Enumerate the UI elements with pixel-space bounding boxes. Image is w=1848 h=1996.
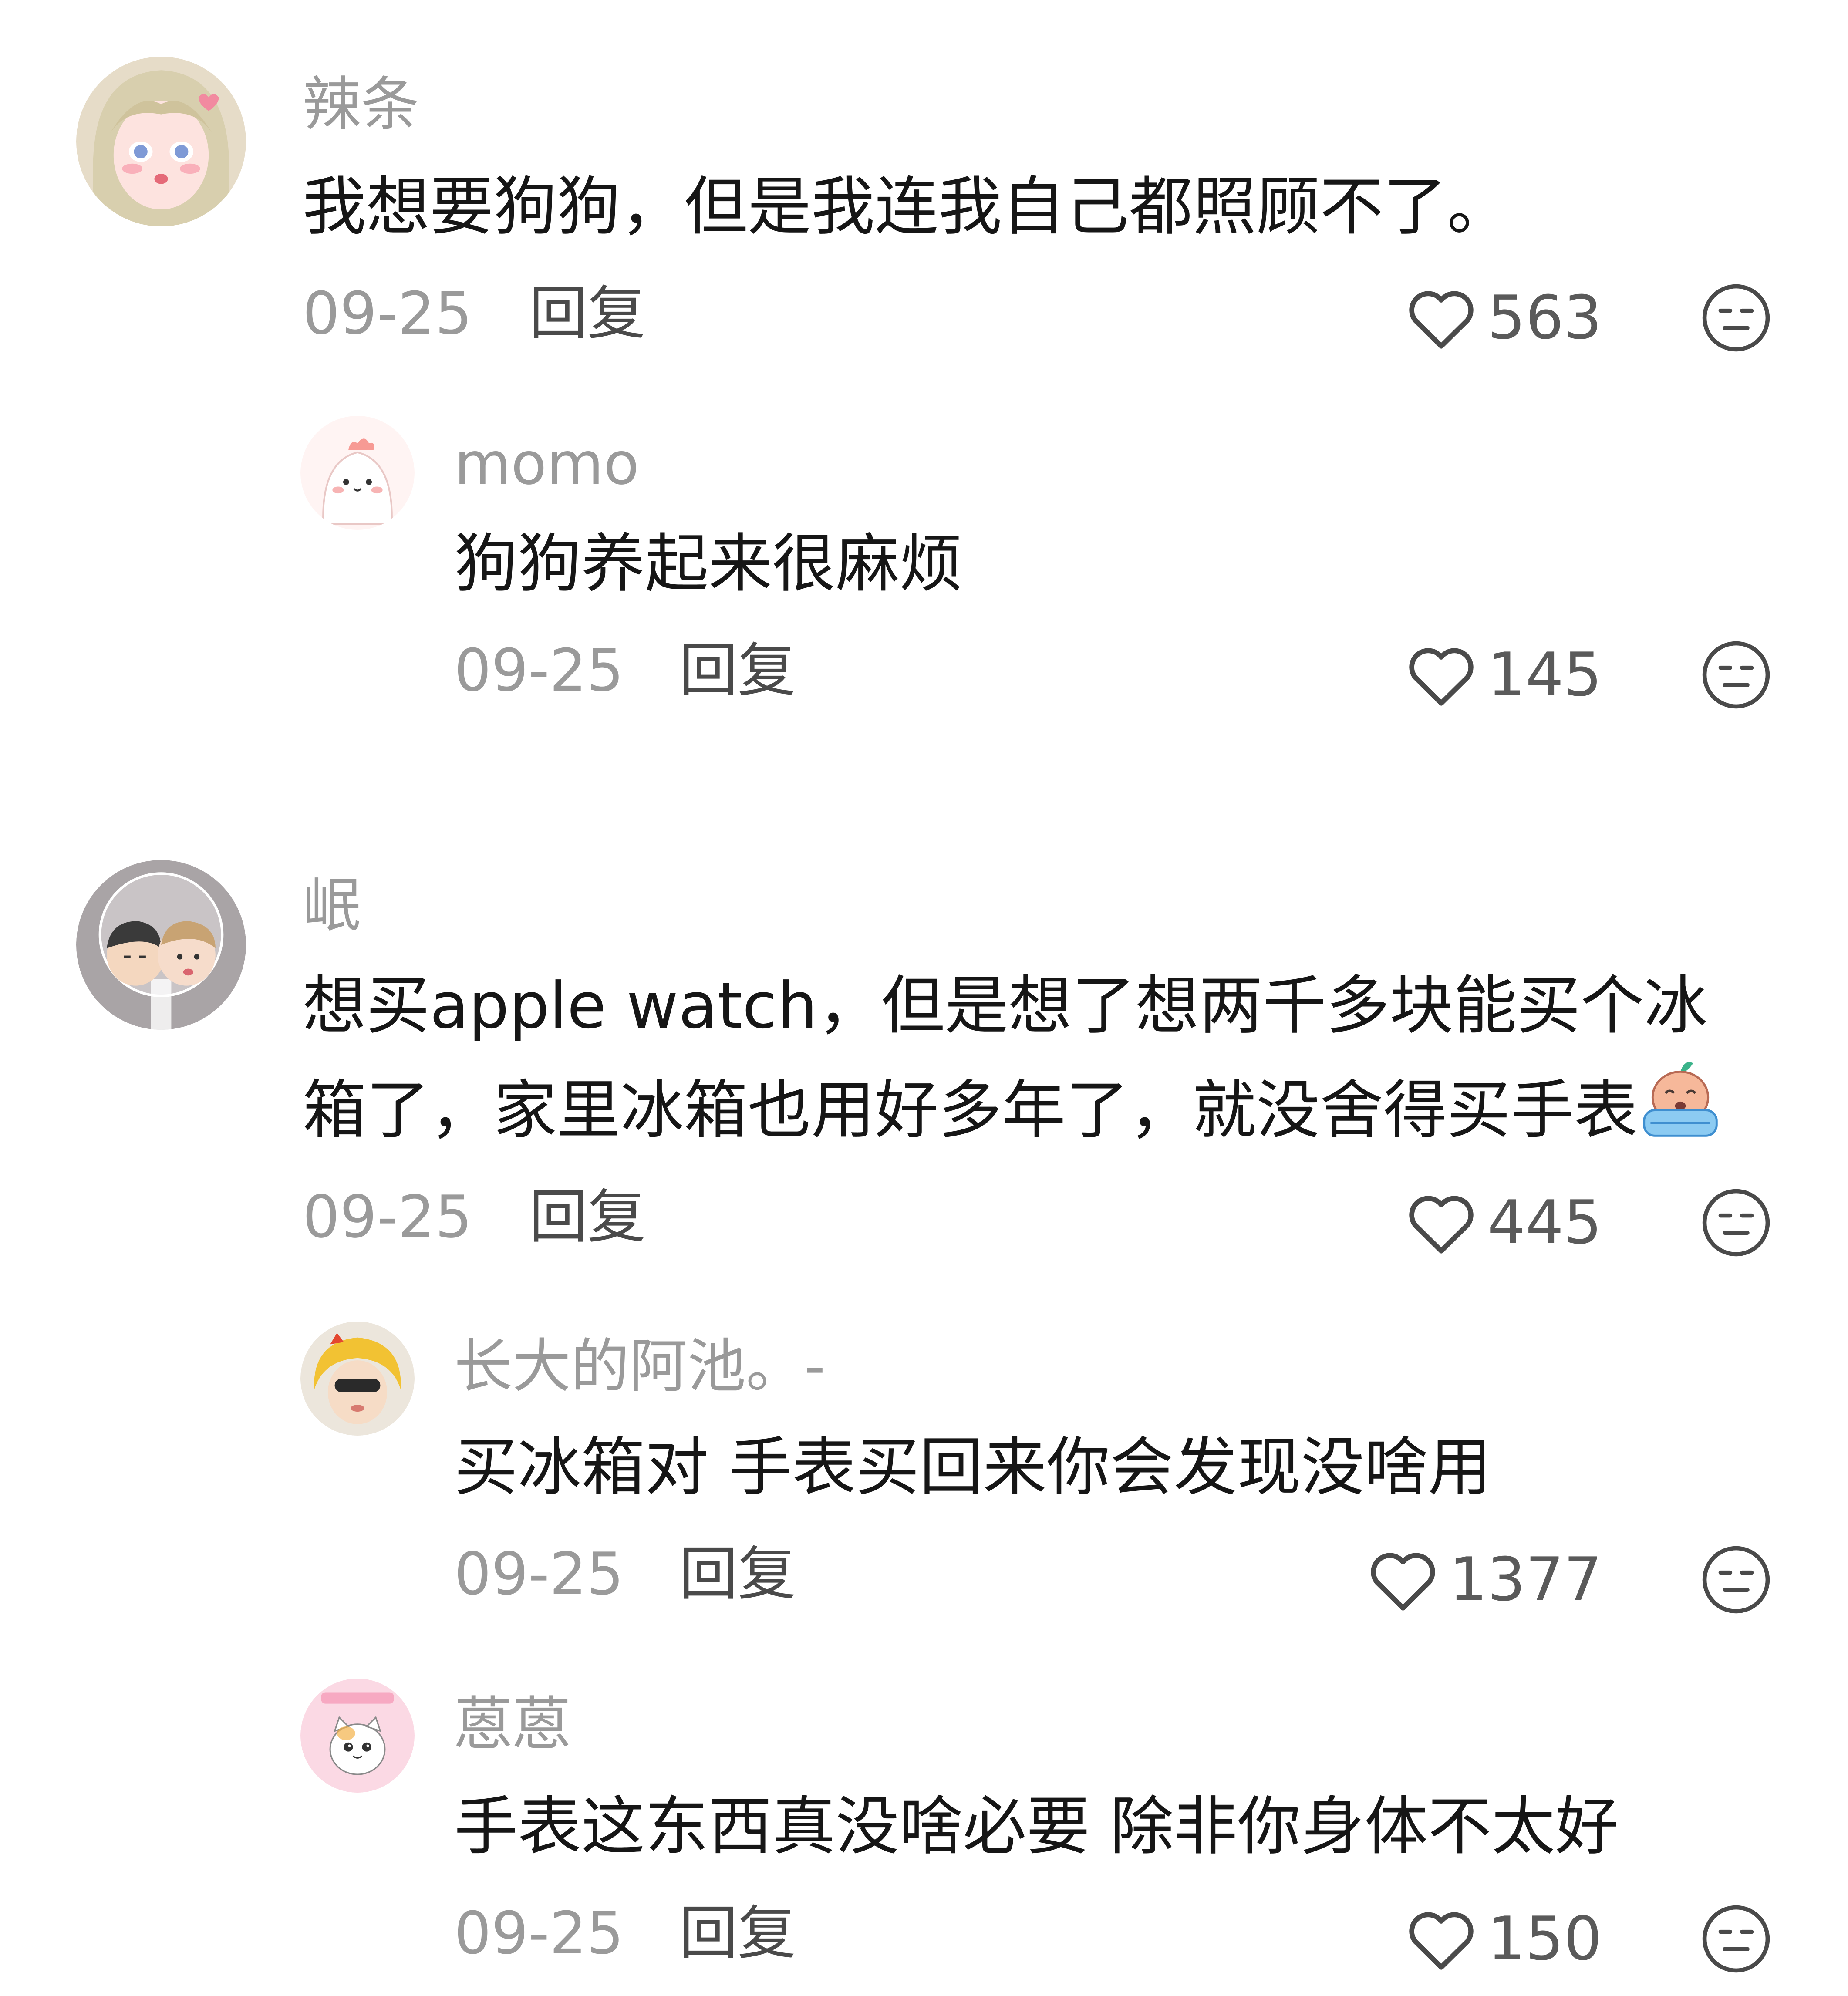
avatar-baby-photo-image bbox=[300, 1322, 415, 1436]
like-button[interactable]: 150 bbox=[1405, 1904, 1602, 1974]
dislike-button[interactable] bbox=[1700, 1187, 1772, 1258]
like-button[interactable]: 445 bbox=[1405, 1188, 1602, 1258]
heart-outline-icon bbox=[1371, 1553, 1435, 1611]
like-button[interactable]: 1377 bbox=[1366, 1545, 1602, 1615]
avatar[interactable] bbox=[76, 860, 246, 1030]
reply-button[interactable]: 回复 bbox=[529, 1182, 646, 1252]
like-count: 445 bbox=[1487, 1187, 1602, 1258]
avatar[interactable] bbox=[300, 1322, 415, 1436]
dislike-button[interactable] bbox=[1700, 1903, 1772, 1975]
comment-date: 09-25 bbox=[454, 1899, 624, 1967]
username[interactable]: 蒽蒽 bbox=[454, 1689, 571, 1759]
like-count: 150 bbox=[1487, 1904, 1602, 1974]
comment-text-fragment: 箱了，家里冰箱也用好多年了，就没舍得买手表 bbox=[303, 1073, 1638, 1147]
reply-button[interactable]: 回复 bbox=[679, 1539, 796, 1609]
crying-emoji-icon bbox=[1643, 1062, 1718, 1137]
avatar-cartoon-cat-image bbox=[300, 1679, 415, 1793]
unamused-face-icon bbox=[1702, 1546, 1770, 1614]
avatar-cartoon-duo-image bbox=[76, 860, 246, 1030]
dislike-button[interactable] bbox=[1700, 1544, 1772, 1615]
like-count: 1377 bbox=[1449, 1544, 1602, 1615]
comment-text-line: 箱了，家里冰箱也用好多年了，就没舍得买手表 bbox=[303, 1058, 1723, 1163]
reply-button[interactable]: 回复 bbox=[679, 1898, 796, 1968]
heart-outline-icon bbox=[1409, 1196, 1474, 1254]
comment-text: 买冰箱对 手表买回来你会发现没啥用 bbox=[454, 1430, 1492, 1504]
avatar[interactable] bbox=[300, 1679, 415, 1793]
comment-thread: 岷 想买apple watch，但是想了想两千多块能买个冰 箱了，家里冰箱也用好… bbox=[0, 0, 1848, 1996]
username[interactable]: 岷 bbox=[303, 871, 361, 941]
heart-outline-icon bbox=[1409, 1912, 1474, 1970]
comment-date: 09-25 bbox=[454, 1540, 624, 1608]
username[interactable]: 长大的阿池。- bbox=[454, 1332, 825, 1401]
comment-text-line: 想买apple watch，但是想了想两千多块能买个冰 bbox=[303, 969, 1708, 1043]
unamused-face-icon bbox=[1702, 1905, 1770, 1973]
comment-text: 手表这东西真没啥必要 除非你身体不太好 bbox=[454, 1790, 1619, 1864]
unamused-face-icon bbox=[1702, 1189, 1770, 1257]
comment-date: 09-25 bbox=[303, 1183, 472, 1251]
